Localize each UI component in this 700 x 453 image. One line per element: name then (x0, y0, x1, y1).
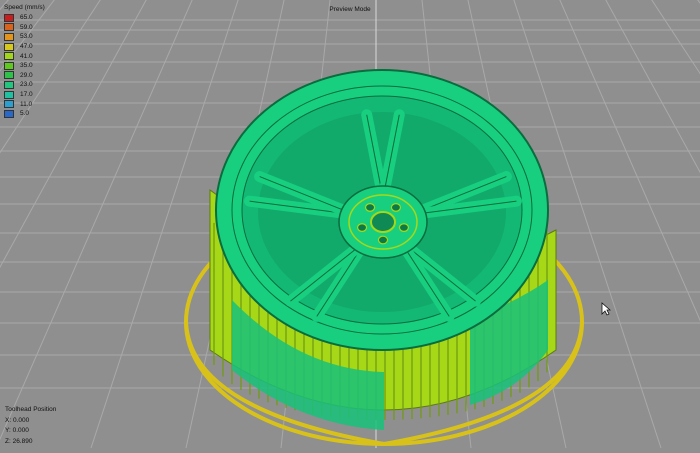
lug-hole (356, 223, 368, 232)
toolhead-title: Toolhead Position (5, 406, 57, 413)
legend-swatch (4, 61, 14, 70)
legend-item: 65.0 (4, 13, 66, 23)
toolhead-position-panel: Toolhead Position X: 0.000 Y: 0.000 Z: 2… (5, 405, 56, 447)
legend-swatch (4, 32, 14, 41)
legend-swatch (4, 71, 14, 80)
legend-item: 59.0 (4, 23, 66, 33)
legend-swatch (4, 100, 14, 109)
mouse-pointer-icon (601, 302, 611, 316)
legend-value: 11.0 (20, 100, 33, 108)
legend-value: 59.0 (20, 23, 33, 31)
legend-value: 23.0 (20, 81, 33, 89)
legend-swatch (4, 13, 14, 22)
legend-item: 17.0 (4, 90, 66, 100)
legend-value: 5.0 (20, 110, 30, 118)
legend-value: 17.0 (20, 91, 33, 99)
legend-item: 35.0 (4, 61, 66, 71)
toolhead-y: Y: 0.000 (5, 427, 29, 434)
legend-swatch (4, 80, 14, 89)
legend-value: 47.0 (20, 43, 33, 51)
preview-mode-label: Preview Mode (329, 6, 371, 13)
legend-value: 53.0 (20, 33, 33, 41)
legend-swatch (4, 23, 14, 32)
lug-hole (364, 203, 376, 212)
preview-viewport[interactable]: Speed (mm/s) 65.0 59.0 53.0 47.0 41.0 35… (0, 0, 700, 449)
legend-value: 65.0 (20, 14, 33, 22)
wheel-face (215, 69, 549, 351)
speed-legend: Speed (mm/s) 65.0 59.0 53.0 47.0 41.0 35… (0, 0, 66, 123)
legend-item: 47.0 (4, 42, 66, 52)
lug-hole (398, 223, 410, 232)
legend-value: 41.0 (20, 52, 33, 60)
toolhead-x: X: 0.000 (5, 416, 30, 424)
legend-swatch (4, 42, 14, 51)
wheel-model-preview[interactable] (0, 0, 700, 449)
lug-hole (377, 235, 389, 245)
lug-hole (390, 203, 402, 212)
toolhead-z: Z: 26.890 (5, 437, 33, 445)
legend-swatch (4, 52, 14, 61)
legend-item: 29.0 (4, 71, 66, 81)
legend-value: 35.0 (20, 62, 33, 70)
legend-item: 41.0 (4, 51, 66, 61)
legend-item: 53.0 (4, 32, 66, 42)
legend-item: 11.0 (4, 99, 66, 109)
legend-item: 5.0 (4, 109, 66, 119)
legend-value: 29.0 (20, 71, 33, 79)
legend-item: 23.0 (4, 80, 66, 90)
legend-swatch (4, 90, 14, 99)
legend-swatch (4, 109, 14, 118)
